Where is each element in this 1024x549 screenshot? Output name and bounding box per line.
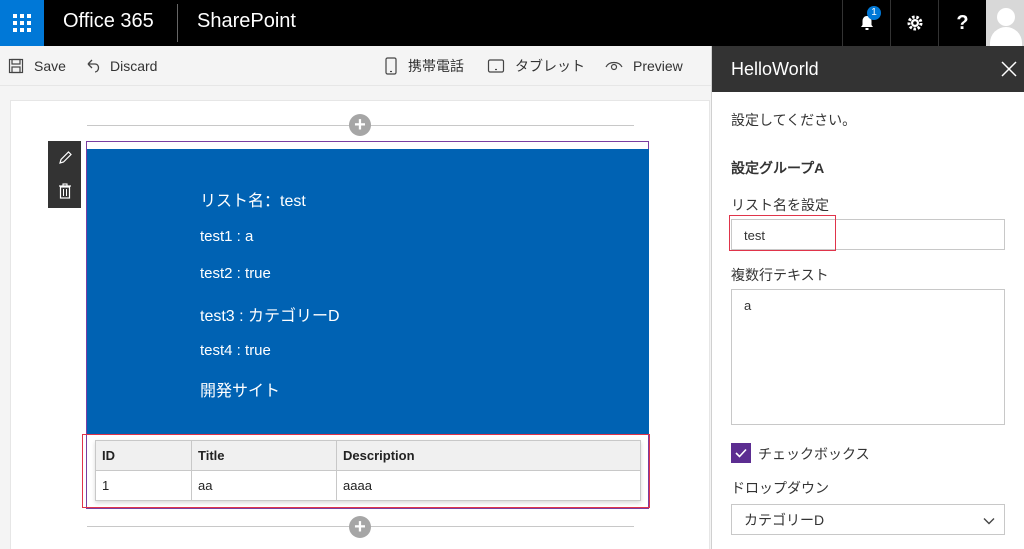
column-header-description[interactable]: Description [337,441,640,471]
office-365-brand[interactable]: Office 365 [63,10,154,33]
list-name-label: リスト名を設定 [731,197,829,213]
chevron-down-icon [982,505,996,536]
webpart-site-title: 開発サイト [200,383,281,400]
notification-badge: 1 [867,6,881,20]
tablet-icon [487,58,505,74]
close-icon [1001,61,1017,77]
sharepoint-app-name[interactable]: SharePoint [197,10,296,33]
waffle-icon [13,14,31,32]
multiline-text-field[interactable]: a [731,289,1005,425]
discard-label: Discard [110,58,158,74]
edit-webpart-button[interactable] [48,141,81,174]
webpart-test2: test2 : true [200,265,271,282]
add-section-button-bottom[interactable]: + [349,516,371,538]
trash-icon [58,182,71,199]
property-pane: HelloWorld 設定してください。 設定グループA リスト名を設定 tes… [711,46,1024,549]
notifications-button[interactable]: 1 [842,0,890,46]
discard-button[interactable]: Discard [84,46,157,86]
list-table: ID Title Description 1 aa aaaa [95,440,641,501]
webpart-toolbar [48,141,81,208]
column-header-title[interactable]: Title [192,441,337,471]
gear-icon [907,15,922,31]
checkbox[interactable] [731,443,751,463]
property-pane-description: 設定してください。 [731,112,857,128]
checkmark-icon [735,448,747,458]
command-bar: Save Discard 携帯電話 タブレット Preview [0,46,711,86]
column-header-id[interactable]: ID [96,441,192,471]
list-name-highlight [729,215,836,251]
help-button[interactable]: ? [938,0,986,46]
delete-webpart-button[interactable] [48,174,81,207]
property-pane-title: HelloWorld [731,59,819,79]
table-row[interactable]: 1 aa aaaa [96,471,640,501]
tablet-preview-button[interactable]: タブレット [487,46,585,86]
brand-divider [177,4,178,42]
dropdown-value: カテゴリーD [744,512,825,528]
group-heading: 設定グループA [731,160,825,176]
undo-icon [84,58,100,74]
avatar[interactable] [986,0,1024,46]
mobile-preview-button[interactable]: 携帯電話 [384,46,464,86]
add-section-button-top[interactable]: + [349,114,371,136]
preview-label: Preview [633,58,683,74]
pencil-icon [58,150,72,164]
dropdown-select[interactable]: カテゴリーD [731,504,1005,535]
tablet-label: タブレット [515,58,585,74]
cell-title: aa [192,471,337,501]
settings-button[interactable] [890,0,938,46]
webpart-test3: test3 : カテゴリーD [200,308,340,325]
cell-id: 1 [96,471,192,501]
webpart-list-name: リスト名：test [200,193,306,210]
preview-button[interactable]: Preview [605,46,683,86]
dropdown-label: ドロップダウン [731,480,829,496]
save-button[interactable]: Save [8,46,66,86]
phone-icon [384,57,398,75]
helloworld-webpart[interactable]: リスト名：test test1 : a test2 : true test3 :… [87,149,649,435]
suite-bar: Office 365 SharePoint 1 ? [0,0,1024,46]
app-launcher-button[interactable] [0,0,44,46]
multiline-label: 複数行テキスト [731,267,829,283]
help-icon: ? [956,11,969,34]
cell-description: aaaa [343,478,372,493]
webpart-test4: test4 : true [200,342,271,359]
table-header-row: ID Title Description [96,441,640,471]
webpart-test1: test1 : a [200,228,254,245]
eye-icon [605,59,623,73]
checkbox-label[interactable]: チェックボックス [758,444,870,464]
save-label: Save [34,58,66,74]
plus-icon: + [354,516,366,538]
plus-icon: + [354,114,366,136]
save-icon [8,58,24,74]
close-pane-button[interactable] [999,59,1019,79]
mobile-label: 携帯電話 [408,58,464,74]
property-pane-header: HelloWorld [712,46,1024,92]
